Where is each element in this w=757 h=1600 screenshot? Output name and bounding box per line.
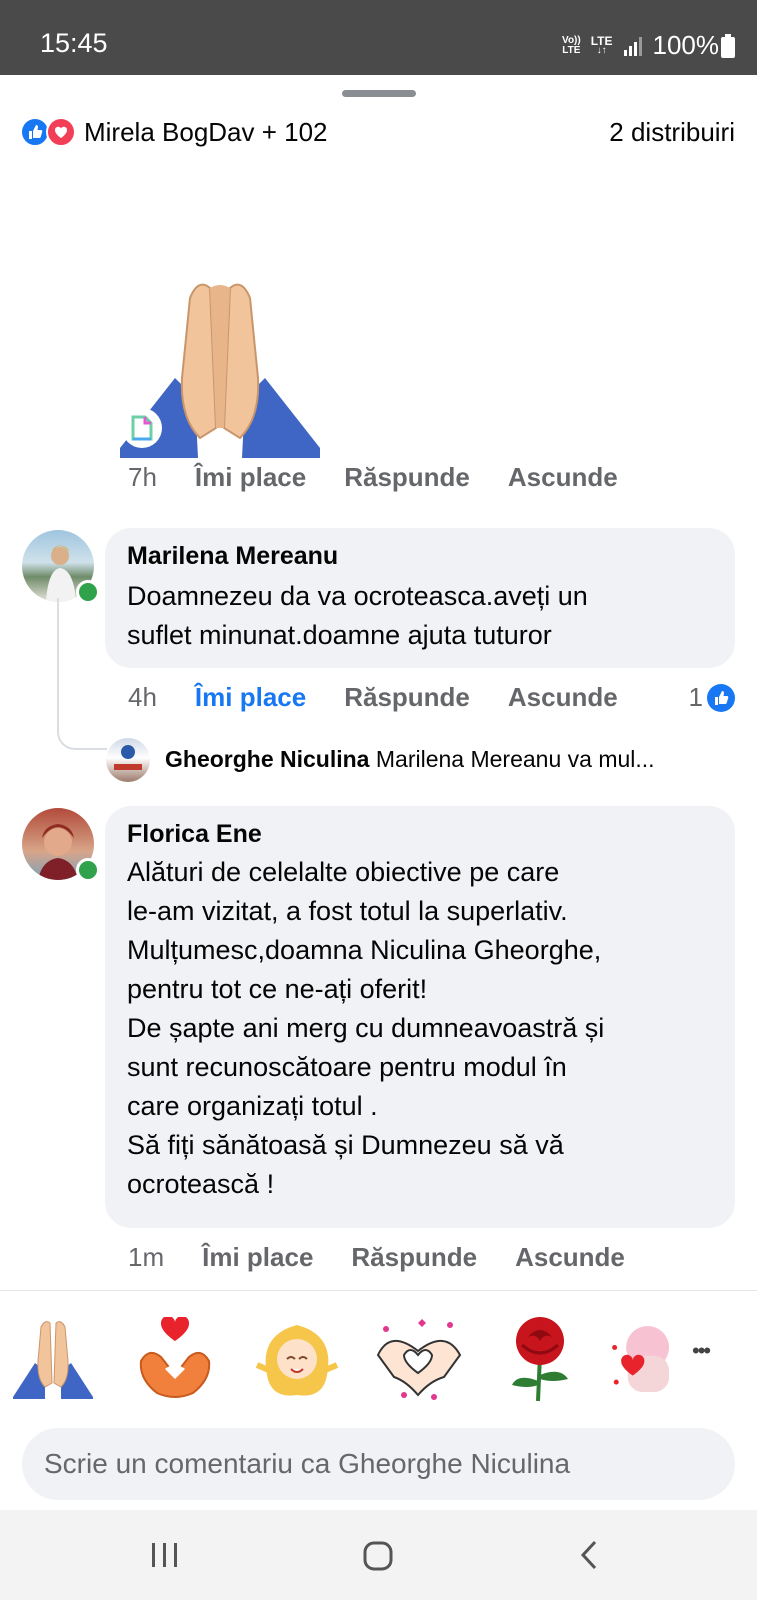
reply-author[interactable]: Gheorghe Niculina (165, 746, 369, 772)
reply-action[interactable]: Răspunde (344, 462, 470, 493)
heart-hands-outline-sticker-option[interactable] (374, 1314, 464, 1404)
divider (0, 1290, 757, 1291)
sticker-badge-icon (122, 408, 162, 448)
comment-time: 1m (128, 1242, 165, 1272)
like-badge-icon (707, 683, 735, 712)
reply-avatar[interactable] (106, 738, 150, 782)
comment-bubble[interactable]: Florica Ene Alături de celelalte obiecti… (105, 806, 735, 1228)
comment-like-count[interactable]: 1 (689, 682, 735, 713)
navigation-bar (0, 1510, 757, 1600)
heart-hands-sticker-option[interactable] (130, 1314, 220, 1404)
status-bar: 15:45 Vo)) LTE LTE ↓↑ 100% (0, 0, 757, 75)
comment-text: Alături de celelalte obiective pe care l… (127, 857, 605, 1199)
red-rose-sticker-option[interactable] (496, 1314, 586, 1404)
reactions-row: Mirela BogDav + 102 2 distribuiri (20, 112, 735, 152)
lte-icon: LTE ↓↑ (590, 33, 613, 56)
online-status-dot (76, 858, 100, 882)
status-time: 15:45 (40, 28, 108, 58)
volte-icon: Vo)) LTE (562, 34, 581, 56)
praying-hands-sticker-option[interactable] (8, 1314, 98, 1404)
battery-percent: 100% (652, 30, 720, 60)
comment-time: 7h (128, 462, 157, 492)
reply-action[interactable]: Răspunde (351, 1242, 477, 1273)
like-action[interactable]: Îmi place (202, 1242, 313, 1273)
hide-action[interactable]: Ascunde (508, 462, 618, 493)
hide-action[interactable]: Ascunde (515, 1242, 625, 1273)
sheet-drag-handle[interactable] (342, 90, 416, 97)
comment-text: Doamnezeu da va ocroteasca.aveți un sufl… (127, 581, 588, 650)
like-count-number: 1 (688, 682, 703, 712)
back-icon[interactable] (578, 1540, 600, 1570)
comment-actions: 4h Îmi place Răspunde Ascunde 1 (128, 682, 735, 713)
sticker-tray: ••• (0, 1300, 757, 1410)
thread-connector (57, 598, 107, 750)
shares-count[interactable]: 2 distribuiri (609, 117, 735, 148)
smiling-girl-sticker-option[interactable] (252, 1314, 342, 1404)
comment-author[interactable]: Marilena Mereanu (127, 542, 713, 571)
comment-actions: 1m Îmi place Răspunde Ascunde (128, 1242, 625, 1273)
comment-input[interactable]: Scrie un comentariu ca Gheorghe Niculina (22, 1428, 735, 1500)
recent-apps-icon[interactable] (150, 1540, 180, 1570)
comment-time: 4h (128, 682, 157, 712)
comment-bubble[interactable]: Marilena Mereanu Doamnezeu da va ocrotea… (105, 528, 735, 668)
reply-text: Marilena Mereanu va mul... (375, 746, 655, 772)
love-reaction-icon[interactable] (46, 117, 76, 147)
reply-preview[interactable]: Gheorghe Niculina Marilena Mereanu va mu… (165, 746, 735, 773)
pink-character-sticker-option[interactable] (608, 1314, 674, 1404)
comment-author[interactable]: Florica Ene (127, 820, 713, 849)
more-stickers-button[interactable]: ••• (692, 1338, 711, 1364)
signal-icon (623, 36, 642, 56)
comment-actions: 7h Îmi place Răspunde Ascunde (128, 462, 618, 493)
reply-action[interactable]: Răspunde (344, 682, 470, 713)
status-icons: Vo)) LTE LTE ↓↑ 100% (562, 30, 735, 61)
reactions-summary[interactable]: Mirela BogDav + 102 (84, 117, 328, 148)
hide-action[interactable]: Ascunde (508, 682, 618, 713)
battery-icon (721, 33, 735, 58)
like-action[interactable]: Îmi place (195, 462, 306, 493)
home-icon[interactable] (362, 1540, 394, 1572)
like-action-active[interactable]: Îmi place (195, 682, 306, 713)
